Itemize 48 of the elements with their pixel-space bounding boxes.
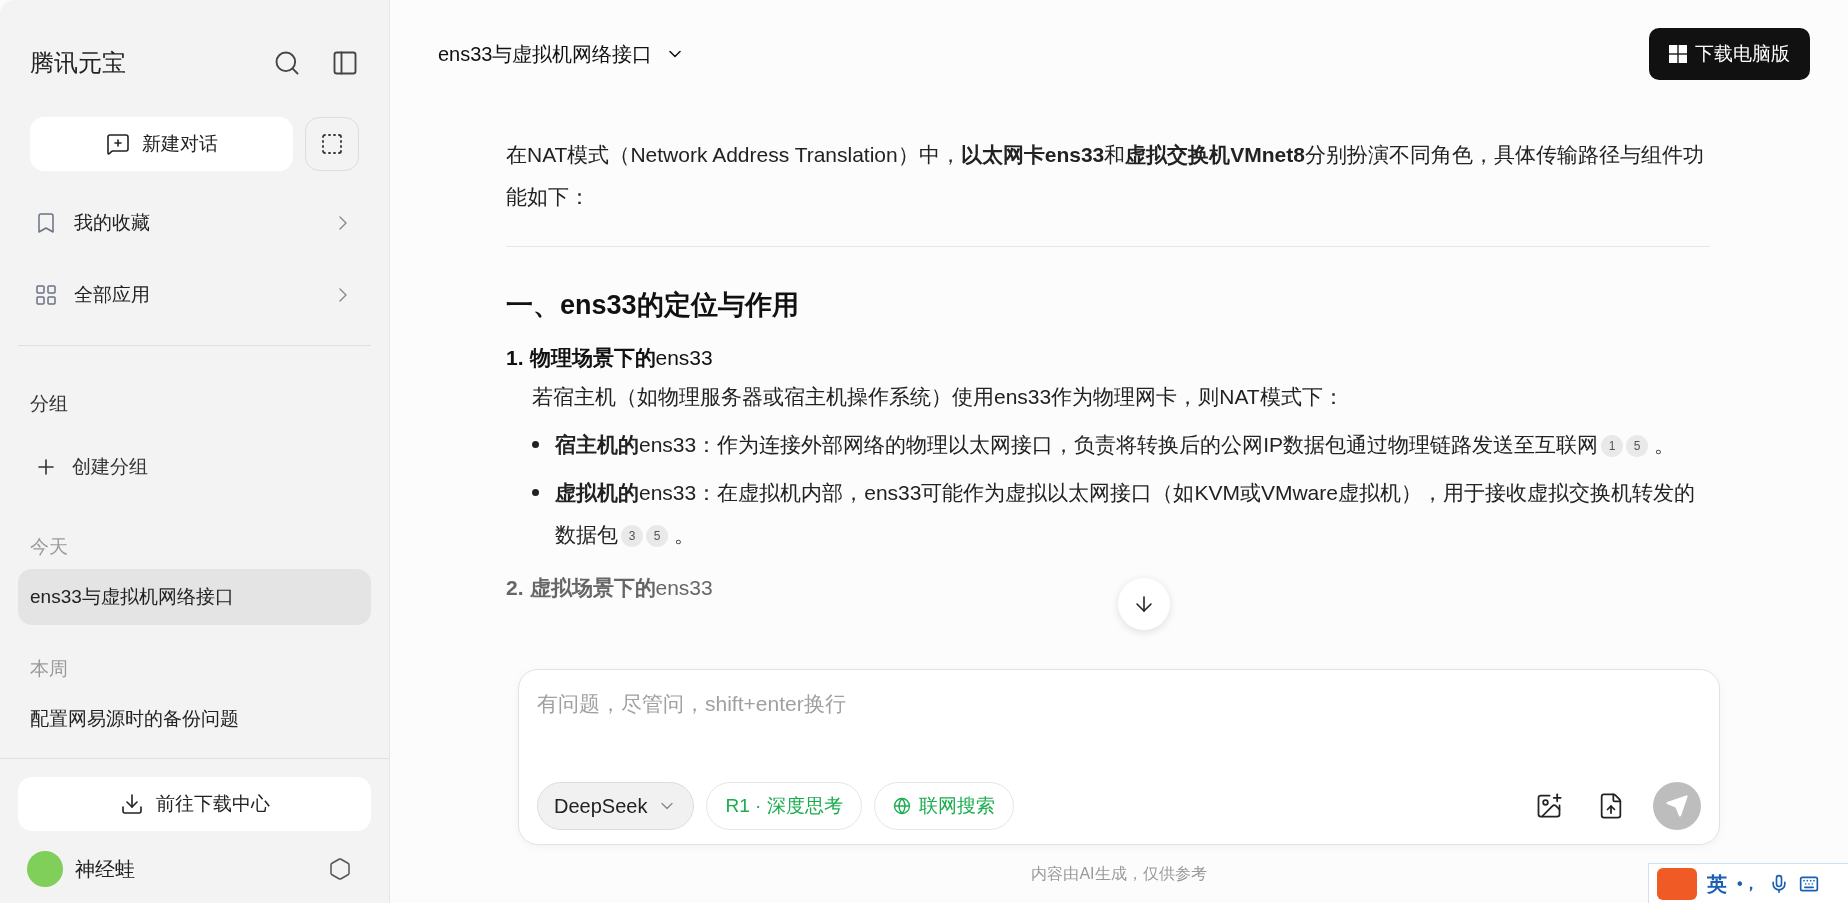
apps-icon	[34, 283, 58, 307]
citation-badge[interactable]: 5	[1626, 434, 1649, 457]
section-label: 本周	[29, 657, 69, 681]
download-app-button[interactable]: 下载电脑版	[1649, 28, 1810, 80]
chat-item[interactable]: ens33与虚拟机网络接口	[18, 569, 371, 625]
section-label: 今天	[29, 535, 69, 559]
send-icon	[1665, 794, 1689, 818]
model-select[interactable]: DeepSeek	[537, 782, 695, 830]
avatar	[27, 851, 63, 887]
new-chat-icon	[105, 132, 130, 156]
download-icon	[119, 792, 144, 816]
ime-logo-icon	[1657, 867, 1697, 900]
chat-input-box[interactable]: 有问题，尽管问，shift+enter换行 DeepSeek R1 · 深度思考 联网搜索	[518, 669, 1720, 845]
new-chat-button[interactable]: 新建对话	[30, 117, 294, 171]
ime-punctuation-label[interactable]: •，	[1737, 871, 1759, 896]
citation-badge[interactable]: 3	[621, 524, 643, 547]
list-number: 1.	[506, 344, 524, 371]
citation-badge[interactable]: 1	[1601, 434, 1624, 457]
message-input[interactable]: 有问题，尽管问，shift+enter换行	[537, 688, 1701, 720]
bullet-text: 宿主机的ens33：作为连接外部网络的物理以太网接口，负责将转换后的公网IP数据包通过物理链路发送至互联网 1 5 。	[555, 431, 1676, 459]
answer-intro: 在NAT模式（Network Address Translation）中，以太网卡ens33和虚拟交换机VMnet8分别扮演不同角色，具体传输路径与组件功能如下：	[506, 142, 1705, 210]
list-number: 2.	[506, 574, 524, 601]
list-item-title: 物理场景下的ens33	[529, 344, 713, 371]
citation-badge[interactable]: 5	[646, 524, 668, 547]
sidebar-toggle-icon[interactable]	[331, 49, 359, 77]
section-heading: 一、ens33的定位与作用	[506, 289, 800, 322]
screenshot-button[interactable]	[305, 117, 359, 171]
conversation-title[interactable]: ens33与虚拟机网络接口	[438, 39, 1649, 69]
section-label: 分组	[29, 392, 69, 416]
bullet-text: 虚拟机的ens33：在虚拟机内部，ens33可能作为虚拟以太网接口（如KVM或VMware虚拟机），用于接收虚拟交换机转发的数据包 3 5 。	[555, 479, 1696, 549]
ai-disclaimer: 内容由AI生成，仅供参考	[1031, 864, 1207, 884]
dashed-square-icon	[320, 132, 345, 156]
list-item-title: 虚拟场景下的ens33	[529, 574, 713, 601]
download-center-button[interactable]: 前往下载中心	[18, 777, 371, 831]
search-icon[interactable]	[273, 49, 301, 77]
brand-title: 腾讯元宝	[30, 48, 127, 78]
user-name: 神经蛙	[75, 857, 136, 882]
sidebar-nav-item[interactable]: 全部应用	[0, 259, 389, 331]
windows-icon	[1669, 45, 1687, 63]
chat-item[interactable]: 配置网易源时的备份问题	[18, 691, 371, 747]
globe-icon	[892, 797, 911, 815]
list-item-text: 若宿主机（如物理服务器或宿主机操作系统）使用ens33作为物理网卡，则NAT模式下：	[531, 383, 1345, 410]
scroll-down-button[interactable]	[1118, 578, 1170, 630]
image-upload-icon[interactable]	[1535, 792, 1563, 820]
sidebar-nav-item[interactable]: 我的收藏	[0, 187, 389, 259]
settings-icon[interactable]	[328, 857, 352, 881]
create-group-item[interactable]: 创建分组	[0, 452, 389, 481]
ime-mode-label[interactable]: 英	[1707, 868, 1727, 899]
